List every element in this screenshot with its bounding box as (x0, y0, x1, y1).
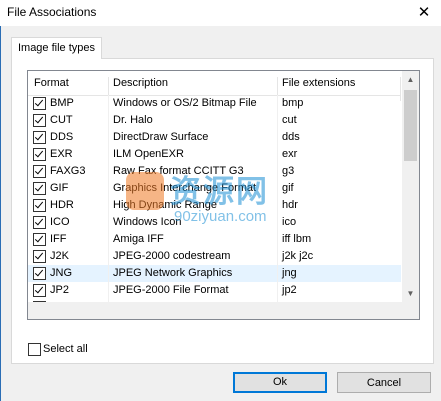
description-cell: Windows or OS/2 Bitmap File (113, 97, 257, 109)
format-cell: BMP (50, 97, 74, 109)
row-checkbox[interactable] (33, 267, 46, 280)
description-cell: DirectDraw Surface (113, 131, 209, 143)
format-cell: GIF (50, 182, 69, 194)
scrollbar-thumb[interactable] (404, 90, 417, 161)
row-checkbox[interactable] (33, 131, 46, 144)
extensions-cell: dds (282, 131, 300, 143)
title-bar: File Associations ✕ (0, 0, 441, 26)
row-checkbox[interactable] (33, 284, 46, 297)
column-header-format[interactable]: Format (34, 77, 69, 89)
extensions-cell: exr (282, 148, 298, 160)
format-cell: JP2 (50, 284, 69, 296)
list-row[interactable]: HDR High Dynamic Range hdr (28, 197, 401, 214)
list-row[interactable]: DDS DirectDraw Surface dds (28, 129, 401, 146)
format-cell: ICO (50, 216, 70, 228)
select-all-box[interactable] (28, 343, 41, 356)
description-cell: Raw Fax format CCITT G3 (113, 165, 244, 177)
row-checkbox[interactable] (33, 165, 46, 178)
format-cell: EXR (50, 148, 73, 160)
list-row[interactable]: ICO Windows Icon ico (28, 214, 401, 231)
description-cell: High Dynamic Range (113, 199, 217, 211)
row-checkbox[interactable] (33, 114, 46, 127)
extensions-cell: jp2 (282, 284, 297, 296)
select-all-label[interactable]: Select all (43, 343, 88, 355)
scroll-down-icon[interactable]: ▼ (402, 285, 419, 302)
format-cell: J2K (50, 250, 69, 262)
format-cell: JNG (50, 267, 72, 279)
format-cell: DDS (50, 131, 74, 143)
vertical-scrollbar[interactable]: ▲ ▼ (402, 71, 419, 302)
list-row[interactable]: EXR ILM OpenEXR exr (28, 146, 401, 163)
grid-line (277, 95, 278, 319)
extensions-cell: cut (282, 114, 297, 126)
description-cell: Dr. Halo (113, 114, 153, 126)
format-cell: CUT (50, 114, 73, 126)
extensions-cell: ico (282, 216, 297, 228)
list-header: Format Description File extensions (28, 71, 401, 101)
window-title: File Associations (7, 5, 97, 19)
cancel-button[interactable]: Cancel (337, 372, 431, 393)
window-border (0, 26, 1, 401)
column-header-description[interactable]: Description (113, 77, 168, 89)
format-cell: HDR (50, 199, 74, 211)
description-cell: Windows Icon (113, 216, 182, 228)
row-checkbox[interactable] (33, 148, 46, 161)
list-row[interactable]: IFF Amiga IFF iff lbm (28, 231, 401, 248)
scroll-up-icon[interactable]: ▲ (402, 71, 419, 88)
close-icon[interactable]: ✕ (407, 0, 441, 26)
row-checkbox[interactable] (33, 199, 46, 212)
grid-line (108, 95, 109, 319)
list-row[interactable]: JNG JPEG Network Graphics jng (28, 265, 401, 282)
extensions-cell: j2k j2c (282, 250, 314, 262)
format-cell: IFF (50, 233, 67, 245)
extensions-cell: gif (282, 182, 294, 194)
row-checkbox[interactable] (33, 216, 46, 229)
list-row[interactable]: GIF Graphics Interchange Format gif (28, 180, 401, 197)
list-row[interactable]: J2K JPEG-2000 codestream j2k j2c (28, 248, 401, 265)
list-row[interactable]: FAXG3 Raw Fax format CCITT G3 g3 (28, 163, 401, 180)
list-row[interactable]: JP2 JPEG-2000 File Format jp2 (28, 282, 401, 299)
row-checkbox[interactable] (33, 233, 46, 246)
list-row[interactable]: BMP Windows or OS/2 Bitmap File bmp (28, 95, 401, 112)
extensions-cell: bmp (282, 97, 304, 109)
extensions-cell: hdr (282, 199, 298, 211)
description-cell: Amiga IFF (113, 233, 164, 245)
description-cell: JPEG-2000 codestream (113, 250, 231, 262)
tab-image-file-types[interactable]: Image file types (11, 37, 102, 59)
row-checkbox[interactable] (33, 250, 46, 263)
row-checkbox[interactable] (33, 182, 46, 195)
horizontal-scrollbar[interactable] (28, 302, 419, 319)
row-checkbox[interactable] (33, 97, 46, 110)
column-header-extensions[interactable]: File extensions (282, 77, 355, 89)
description-cell: ILM OpenEXR (113, 148, 184, 160)
extensions-cell: iff lbm (282, 233, 312, 245)
extensions-cell: g3 (282, 165, 295, 177)
description-cell: JPEG-2000 File Format (113, 284, 229, 296)
description-cell: Graphics Interchange Format (113, 182, 257, 194)
list-row[interactable]: CUT Dr. Halo cut (28, 112, 401, 129)
description-cell: JPEG Network Graphics (113, 267, 233, 279)
scrollbar-corner (402, 302, 419, 319)
extensions-cell: jng (282, 267, 297, 279)
ok-button[interactable]: Ok (233, 372, 327, 393)
file-associations-dialog: File Associations ✕ Image file types For… (0, 0, 441, 401)
file-types-list[interactable]: Format Description File extensions BMP Wi… (27, 70, 420, 320)
format-cell: FAXG3 (50, 165, 86, 177)
